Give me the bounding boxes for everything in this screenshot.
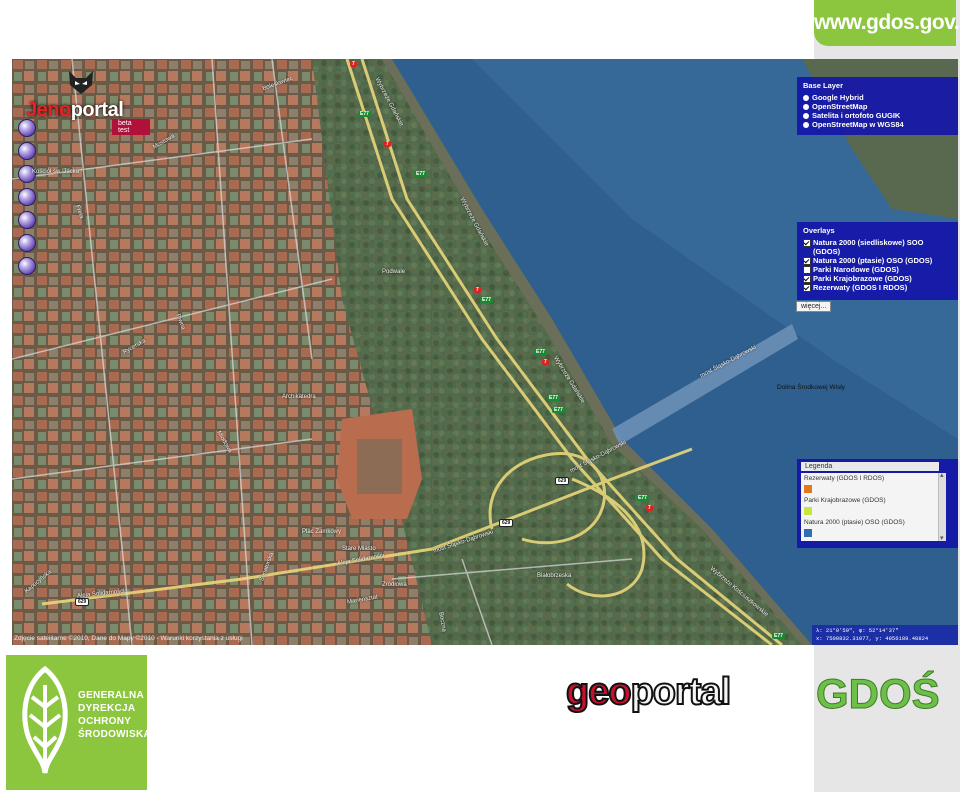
radio-icon — [803, 94, 809, 101]
zoom-out-icon[interactable] — [18, 142, 36, 160]
jenoportal-logo: Jenoportal beta test — [18, 67, 150, 135]
gdos-url-badge[interactable]: www.gdos.gov.pl — [814, 0, 960, 46]
road-shield: E77 — [534, 349, 547, 355]
info-icon[interactable] — [18, 188, 36, 206]
road-shield: E77 — [772, 633, 785, 639]
checkbox[interactable] — [803, 275, 811, 283]
base-layer-panel: Base Layer Google Hybrid OpenStreetMap S… — [797, 77, 958, 135]
road-shield: 7 — [384, 141, 391, 147]
base-layer-option[interactable]: OpenStreetMap w WGS84 — [803, 120, 952, 129]
road-shield: 7 — [474, 287, 481, 293]
zoom-in-icon[interactable] — [18, 119, 36, 137]
place-label: Archikatedra — [282, 394, 316, 400]
legend-swatch — [804, 507, 812, 515]
checkbox[interactable] — [803, 266, 811, 274]
place-label: Plac Zamkowy — [302, 529, 342, 535]
leaf-icon — [22, 665, 68, 774]
overlays-title: Overlays — [803, 226, 835, 235]
road-shield: 629 — [499, 519, 514, 527]
road-shield: E77 — [636, 495, 649, 501]
gdos-logo: GENERALNA DYREKCJA OCHRONY ŚRODOWISKA — [6, 655, 151, 790]
checkbox[interactable] — [803, 257, 811, 265]
radio-icon — [803, 112, 809, 119]
road-shield: E77 — [480, 297, 493, 303]
legend-panel: Legenda Rezerwaty (GDOS I RDOS) Parki Kr… — [797, 459, 958, 548]
legend-scrollbar[interactable] — [938, 471, 946, 542]
road-shield: E77 — [414, 171, 427, 177]
checkbox[interactable] — [803, 284, 811, 292]
road-shield: E77 — [358, 111, 371, 117]
more-layers-button[interactable]: więcej... — [796, 301, 832, 312]
legend-item-label: Rezerwaty (GDOS I RDOS) — [804, 475, 885, 482]
street-label: Podwale — [382, 269, 406, 275]
street-label: Zródłowa — [382, 582, 407, 588]
road-shield: 7 — [542, 359, 549, 365]
overlay-item[interactable]: Rezerwaty (GDOS I RDOS) — [803, 283, 952, 292]
coordinates-readout: λ: 21°0'59", φ: 52°14'37" x: 7500832.310… — [812, 625, 958, 645]
legend-title: Legenda — [801, 462, 939, 471]
road-shield: E77 — [552, 407, 565, 413]
base-layer-title: Base Layer — [803, 81, 844, 90]
road-shield: E77 — [547, 395, 560, 401]
place-label: Kościół św. Jacka — [32, 169, 80, 175]
street-label: Białobrzeska — [537, 573, 572, 579]
road-shield: 7 — [350, 61, 357, 67]
radio-icon — [803, 103, 809, 110]
measure-icon[interactable] — [18, 211, 36, 229]
search-icon[interactable] — [18, 257, 36, 275]
road-shield: 629 — [555, 477, 570, 485]
map-toolbar — [18, 119, 38, 280]
legend-body[interactable]: Rezerwaty (GDOS I RDOS) Parki Krajobrazo… — [801, 471, 946, 542]
map-view[interactable]: Jenoportal beta test Wybrzeże Gdańskie W… — [12, 59, 958, 645]
gdos-logo-text: GENERALNA DYREKCJA OCHRONY ŚRODOWISKA — [78, 690, 151, 740]
base-layer-option[interactable]: Google Hybrid — [803, 93, 952, 102]
place-label: Stare Miasto — [342, 546, 376, 552]
road-shield: 629 — [75, 598, 90, 606]
map-attribution[interactable]: Zdjęcie satelitarne ©2010, Dane do Mapy … — [14, 635, 243, 642]
gdos-wordmark: GDOŚ — [816, 670, 941, 717]
overlays-panel: Overlays Natura 2000 (siedliskowe) SOO (… — [797, 222, 958, 300]
overlay-item[interactable]: Parki Narodowe (GDOS) — [803, 265, 952, 274]
overlay-item[interactable]: Parki Krajobrazowe (GDOS) — [803, 274, 952, 283]
legend-item-label: Natura 2000 (ptasie) OSO (GDOS) — [804, 519, 905, 526]
legend-swatch — [804, 529, 812, 537]
print-icon[interactable] — [18, 234, 36, 252]
road-shield: 7 — [646, 505, 653, 511]
legend-item-label: Parki Krajobrazowe (GDOS) — [804, 497, 886, 504]
geoportal-logo: geoportal — [565, 671, 732, 713]
checkbox[interactable] — [803, 239, 811, 247]
base-layer-option[interactable]: Satelita i ortofoto GUGIK — [803, 111, 952, 120]
area-label: Dolina Środkowej Wisły — [777, 384, 845, 391]
base-layer-option[interactable]: OpenStreetMap — [803, 102, 952, 111]
fox-icon — [69, 71, 93, 94]
legend-swatch — [804, 485, 812, 493]
radio-icon — [803, 121, 809, 128]
beta-badge: beta test — [112, 119, 150, 135]
overlay-item[interactable]: Natura 2000 (ptasie) OSO (GDOS) — [803, 256, 952, 265]
overlay-item[interactable]: Natura 2000 (siedliskowe) SOO (GDOS) — [803, 238, 952, 256]
jenoportal-wordmark: Jenoportal — [26, 99, 124, 121]
